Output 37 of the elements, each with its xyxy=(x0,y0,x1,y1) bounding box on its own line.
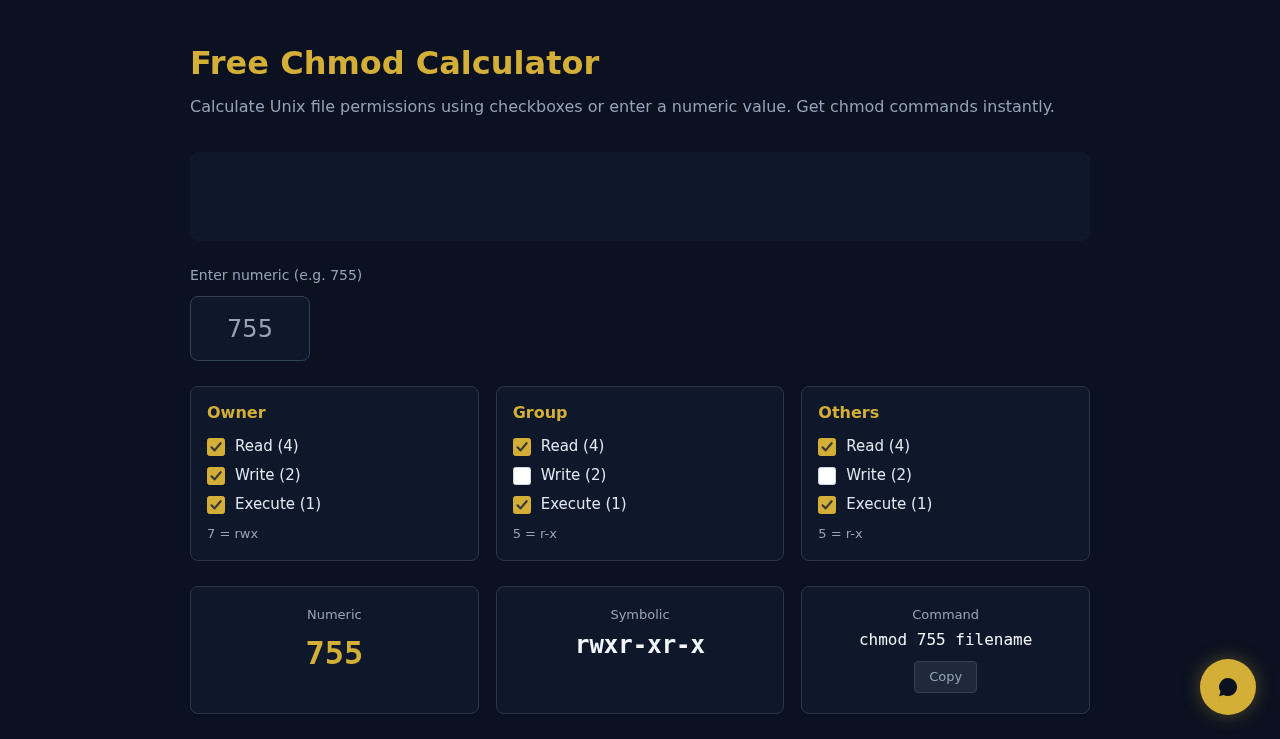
checkbox-label: Execute (1) xyxy=(235,494,321,516)
checkbox[interactable] xyxy=(512,466,531,485)
checkbox[interactable] xyxy=(818,466,837,485)
panel-heading: Owner xyxy=(207,402,266,424)
numeric-input[interactable]: 755 xyxy=(190,296,310,361)
checkbox-label: Execute (1) xyxy=(846,494,933,516)
checkbox[interactable] xyxy=(512,437,531,456)
result-label: Numeric xyxy=(306,606,362,624)
page-title: Free Chmod Calculator xyxy=(190,44,601,82)
checkbox-label: Read (4) xyxy=(540,436,605,458)
chat-button[interactable] xyxy=(1200,659,1256,715)
checkbox[interactable] xyxy=(207,437,225,456)
checkbox-label: Execute (1) xyxy=(540,494,627,516)
checkbox-label: Write (2) xyxy=(235,465,301,487)
copy-button[interactable]: Copy xyxy=(914,661,978,693)
checkbox[interactable] xyxy=(818,437,837,456)
permission-summary: 5 = r-x xyxy=(818,525,863,543)
checkbox-label: Read (4) xyxy=(235,436,299,458)
permission-summary: 5 = r-x xyxy=(512,525,557,543)
symbolic-value: rwxr-xr-x xyxy=(574,631,705,660)
permission-summary: 7 = rwx xyxy=(207,525,259,543)
checkbox-label: Write (2) xyxy=(846,465,912,487)
checkbox[interactable] xyxy=(207,466,225,485)
checkbox[interactable] xyxy=(818,495,837,514)
checkbox-label: Read (4) xyxy=(846,436,911,458)
numeric-label: Enter numeric (e.g. 755) xyxy=(190,266,363,285)
checkbox[interactable] xyxy=(207,495,225,514)
panel-heading: Others xyxy=(818,402,880,424)
checkbox-label: Write (2) xyxy=(540,465,607,487)
chat-bubble-icon xyxy=(1218,677,1238,697)
numeric-value: 755 xyxy=(305,634,364,672)
result-label: Symbolic xyxy=(610,606,670,624)
result-label: Command xyxy=(912,606,980,624)
panel-heading: Group xyxy=(512,402,568,424)
command-text: chmod 755 filename xyxy=(858,629,1033,651)
page-subtitle: Calculate Unix file permissions using checkboxes or enter a numeric value. Get chmod commands instantly. xyxy=(190,96,1056,118)
checkbox[interactable] xyxy=(512,495,531,514)
